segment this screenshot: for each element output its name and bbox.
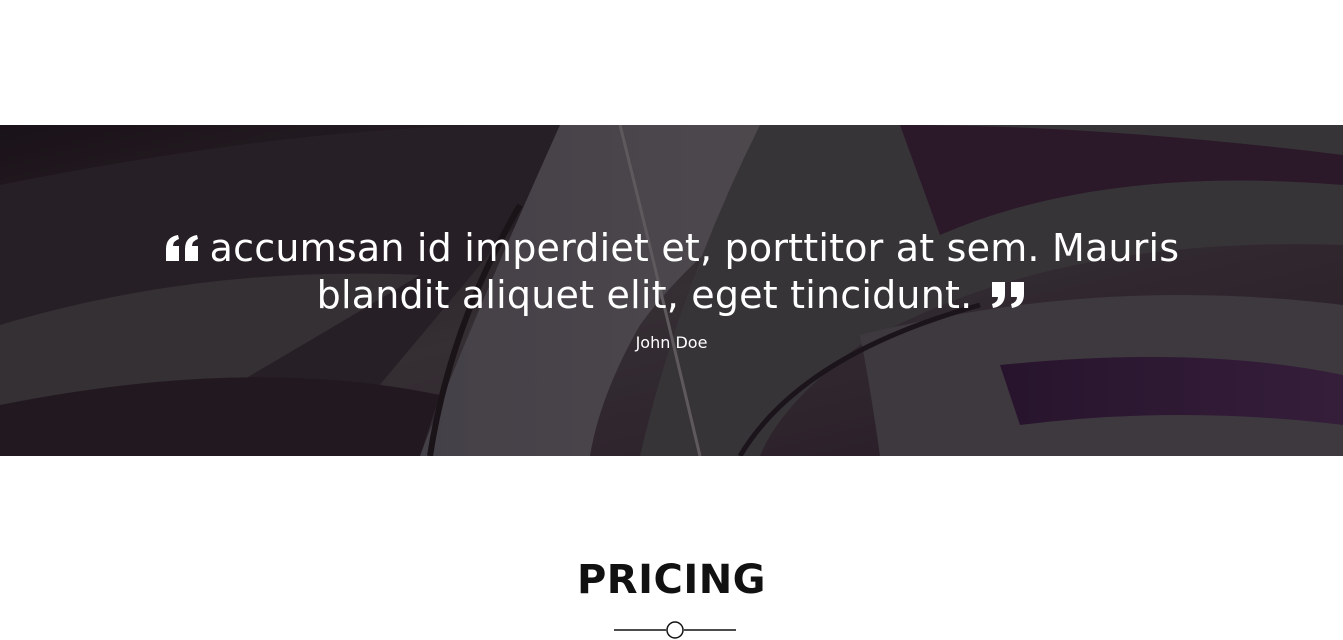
testimonial-content: accumsan id imperdiet et, porttitor at s… [0, 225, 1343, 352]
testimonial-quote: accumsan id imperdiet et, porttitor at s… [92, 225, 1252, 319]
circle-divider-icon [614, 621, 736, 639]
pricing-title: PRICING [576, 557, 767, 603]
testimonial-banner: accumsan id imperdiet et, porttitor at s… [0, 125, 1343, 456]
top-whitespace [0, 0, 1343, 125]
quote-close-icon [992, 282, 1025, 308]
pricing-section: PRICING [0, 555, 1343, 605]
quote-text: accumsan id imperdiet et, porttitor at s… [209, 226, 1180, 317]
testimonial-author: John Doe [635, 333, 708, 352]
quote-open-icon [165, 235, 198, 261]
